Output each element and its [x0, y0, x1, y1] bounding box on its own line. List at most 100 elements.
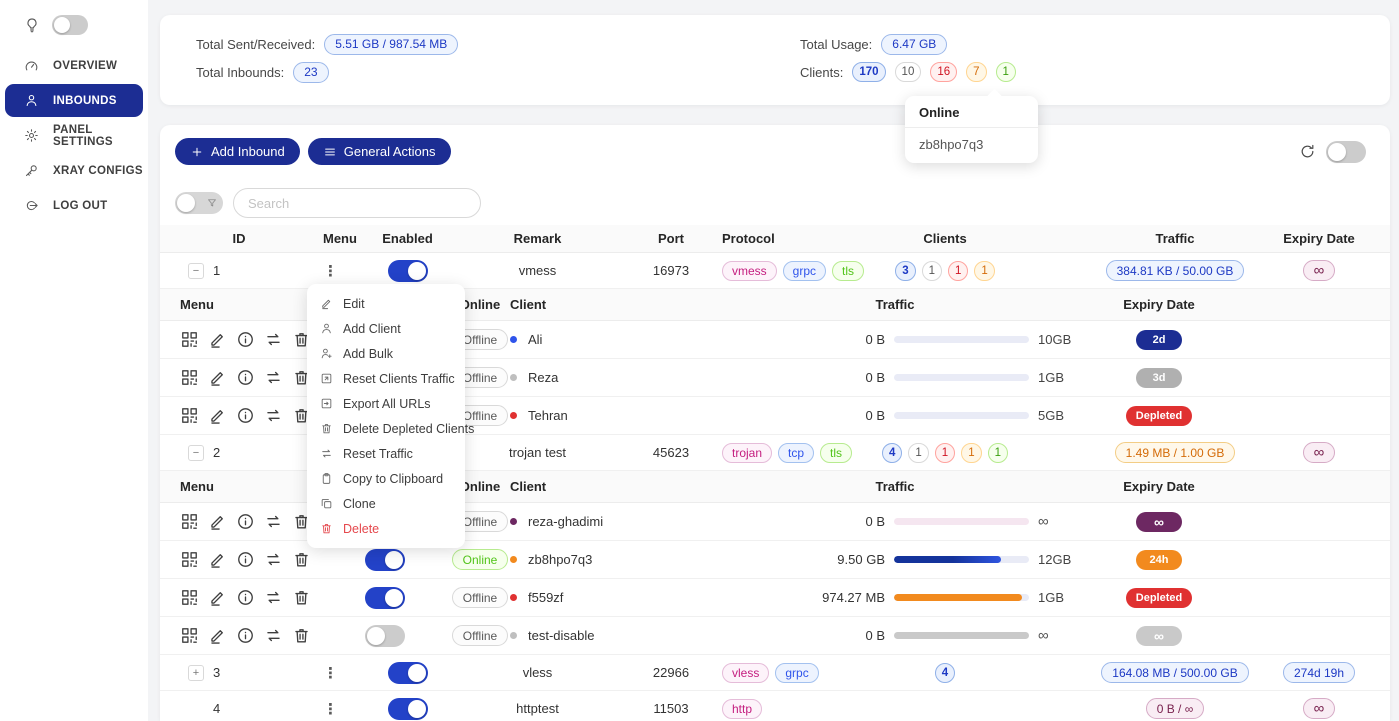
general-actions-button[interactable]: General Actions — [308, 138, 451, 165]
menu-item-export-all-urls[interactable]: Export All URLs — [307, 391, 465, 416]
inbound-enabled-toggle[interactable] — [388, 260, 428, 282]
pencil-icon[interactable] — [208, 406, 227, 425]
pencil-icon[interactable] — [208, 512, 227, 531]
sidebar-item-inbounds[interactable]: INBOUNDS — [5, 84, 143, 117]
client-count-badge[interactable]: 16 — [930, 62, 957, 82]
menu-item-delete-depleted-clients[interactable]: Delete Depleted Clients — [307, 416, 465, 441]
repeat-icon[interactable] — [264, 626, 283, 645]
row-menu-dots[interactable]: ⋮ — [323, 262, 338, 280]
collapse-row-button[interactable]: − — [188, 263, 204, 279]
qr-icon[interactable] — [180, 368, 199, 387]
qr-icon[interactable] — [180, 406, 199, 425]
sidebar-item-overview[interactable]: OVERVIEW — [5, 49, 143, 82]
refresh-icon[interactable] — [1299, 143, 1316, 160]
traffic-limit: ∞ — [1038, 627, 1049, 644]
qr-icon[interactable] — [180, 626, 199, 645]
auto-refresh-toggle[interactable] — [1326, 141, 1366, 163]
protocol-tag: trojan — [722, 443, 772, 463]
client-enabled-toggle[interactable] — [365, 549, 405, 571]
client-color-dot — [510, 594, 517, 601]
sidebar-item-label: LOG OUT — [53, 200, 108, 212]
menu-item-add-client[interactable]: Add Client — [307, 316, 465, 341]
client-count-badge[interactable]: 170 — [852, 62, 885, 82]
popup-client-name: zb8hpo7q3 — [905, 128, 1038, 163]
menu-item-copy-to-clipboard[interactable]: Copy to Clipboard — [307, 466, 465, 491]
menu-item-clone[interactable]: Clone — [307, 491, 465, 516]
inbound-enabled-toggle[interactable] — [388, 698, 428, 720]
repeat-icon[interactable] — [264, 368, 283, 387]
pencil-icon[interactable] — [208, 588, 227, 607]
repeat-icon[interactable] — [264, 588, 283, 607]
qr-icon[interactable] — [180, 330, 199, 349]
client-count-badge[interactable]: 7 — [966, 62, 986, 82]
protocol-tags: vmessgrpctls — [722, 261, 860, 281]
pencil-icon[interactable] — [208, 368, 227, 387]
menu-item-reset-traffic[interactable]: Reset Traffic — [307, 441, 465, 466]
menu-item-reset-clients-traffic[interactable]: Reset Clients Traffic — [307, 366, 465, 391]
traffic-bar — [894, 556, 1029, 563]
repeat-icon[interactable] — [264, 550, 283, 569]
trash-icon — [320, 522, 333, 535]
qr-icon[interactable] — [180, 588, 199, 607]
info-icon[interactable] — [236, 626, 255, 645]
total-inbounds-value: 23 — [293, 62, 328, 83]
expand-row-button[interactable]: + — [188, 665, 204, 681]
inbound-id: 2 — [213, 445, 220, 460]
row-menu-dots[interactable]: ⋮ — [323, 700, 338, 718]
info-icon[interactable] — [236, 368, 255, 387]
person-plus-icon — [320, 347, 333, 360]
client-enabled-toggle[interactable] — [365, 587, 405, 609]
trash-icon[interactable] — [292, 550, 311, 569]
client-count-badge: 1 — [948, 261, 968, 281]
filter-toggle[interactable] — [175, 192, 223, 214]
trash-icon[interactable] — [292, 588, 311, 607]
info-icon[interactable] — [236, 330, 255, 349]
sidebar-item-xray-configs[interactable]: XRAY CONFIGS — [5, 154, 143, 187]
qr-icon[interactable] — [180, 512, 199, 531]
client-color-dot — [510, 518, 517, 525]
repeat-icon[interactable] — [264, 512, 283, 531]
qr-icon[interactable] — [180, 550, 199, 569]
add-inbound-button[interactable]: Add Inbound — [175, 138, 300, 165]
trash-icon[interactable] — [292, 626, 311, 645]
client-traffic-cell: 974.27 MB1GB — [720, 590, 1070, 605]
sent-received-value: 5.51 GB / 987.54 MB — [324, 34, 458, 55]
collapse-row-button[interactable]: − — [188, 445, 204, 461]
search-input[interactable] — [233, 188, 481, 218]
row-menu-dots[interactable]: ⋮ — [323, 664, 338, 682]
dark-mode-toggle[interactable] — [52, 15, 88, 35]
menu-item-edit[interactable]: Edit — [307, 291, 465, 316]
inbound-id: 3 — [213, 665, 220, 680]
pencil-icon[interactable] — [208, 330, 227, 349]
client-actions — [160, 406, 320, 425]
protocol-tag: tls — [820, 443, 852, 463]
gear-icon — [24, 128, 39, 143]
client-enabled-toggle[interactable] — [365, 625, 405, 647]
pencil-icon[interactable] — [208, 550, 227, 569]
info-icon[interactable] — [236, 512, 255, 531]
client-column-header-expiry-date: Expiry Date — [1070, 479, 1270, 494]
client-count-badge: 1 — [988, 443, 1008, 463]
client-count-badge[interactable]: 10 — [895, 62, 922, 82]
sidebar-item-log-out[interactable]: LOG OUT — [5, 189, 143, 222]
info-icon[interactable] — [236, 588, 255, 607]
info-icon[interactable] — [236, 406, 255, 425]
traffic-limit: 1GB — [1038, 590, 1064, 605]
sidebar-item-panel-settings[interactable]: PANEL SETTINGS — [5, 119, 143, 152]
traffic-used: 9.50 GB — [770, 552, 885, 567]
client-column-header-expiry-date: Expiry Date — [1070, 297, 1270, 312]
client-count-badge[interactable]: 1 — [996, 62, 1016, 82]
repeat-icon[interactable] — [264, 330, 283, 349]
inbound-enabled-toggle[interactable] — [388, 662, 428, 684]
clients-label: Clients: — [800, 65, 843, 80]
menu-item-label: Clone — [343, 497, 376, 511]
pencil-icon[interactable] — [208, 626, 227, 645]
traffic-used: 0 B — [770, 408, 885, 423]
menu-item-delete[interactable]: Delete — [307, 516, 465, 541]
repeat-icon[interactable] — [264, 406, 283, 425]
info-icon[interactable] — [236, 550, 255, 569]
dark-mode-row — [0, 0, 148, 47]
protocol-tag: grpc — [775, 663, 818, 683]
menu-item-add-bulk[interactable]: Add Bulk — [307, 341, 465, 366]
client-cell: Tehran — [510, 408, 720, 423]
